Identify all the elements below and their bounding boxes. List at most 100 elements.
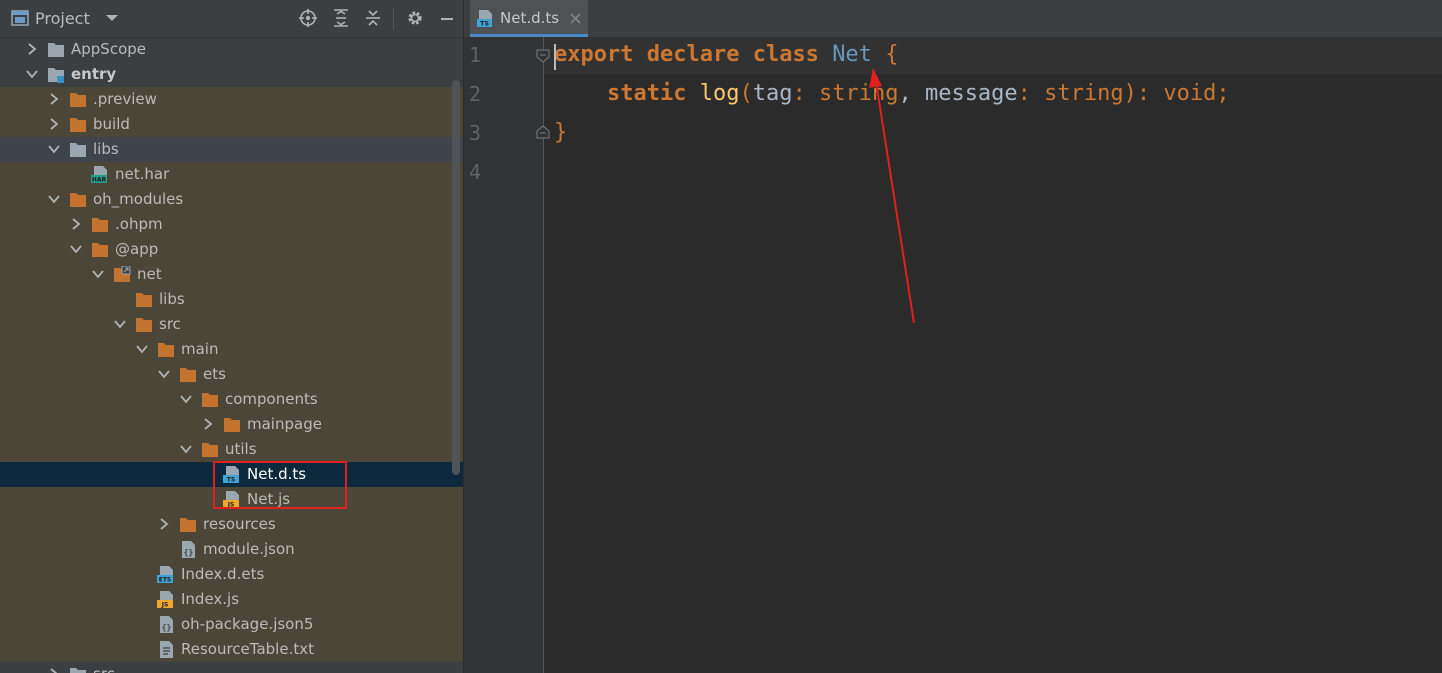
tree-row[interactable]: JS Index.js [0,587,463,612]
ts-file-icon: TS [477,10,492,27]
tree-item-label: Net.d.ts [247,465,307,483]
folder-orange-icon [223,416,241,433]
tree-row[interactable]: build [0,112,463,137]
tree-row[interactable]: oh_modules [0,187,463,212]
type-string: string [818,81,899,106]
svg-text:JS: JS [227,502,235,508]
chevron-down-icon[interactable] [157,367,171,381]
ts-file-icon: TS [223,466,241,484]
close-brace: } [554,120,568,145]
chevron-down-icon[interactable] [25,67,39,81]
editor-tab-bar: TS Net.d.ts [464,0,1442,38]
tree-row[interactable]: components [0,387,463,412]
keyword-declare: declare [646,42,740,67]
editor-tab[interactable]: TS Net.d.ts [470,0,588,37]
dropdown-chevron-icon[interactable] [103,9,121,27]
tree-row[interactable]: .ohpm [0,212,463,237]
tree-item-label: .preview [93,90,157,108]
text-file-icon [157,641,175,658]
fold-close-icon[interactable] [536,125,550,139]
tree-row[interactable]: HAR net.har [0,162,463,187]
folder-orange-icon [179,516,197,533]
colon: : [1017,81,1045,106]
tree-row[interactable]: .preview [0,87,463,112]
project-panel: Project AppScope entry .preview build libs HA… [0,0,463,673]
svg-text:{}: {} [184,548,194,557]
svg-text:TS: TS [227,477,235,483]
folder-orange-icon [91,216,109,233]
open-brace: { [885,42,899,67]
tree-item-label: ResourceTable.txt [181,640,314,658]
project-panel-header: Project [0,0,463,38]
folder-link-icon [113,265,131,283]
tree-row[interactable]: ResourceTable.txt [0,637,463,662]
chevron-right-icon[interactable] [47,92,61,106]
tree-row[interactable]: TS Net.d.ts [0,462,463,487]
fold-open-icon[interactable] [536,49,550,63]
collapse-all-icon[interactable] [364,9,382,27]
chevron-down-icon[interactable] [47,192,61,206]
chevron-down-icon[interactable] [179,392,193,406]
tree-row[interactable]: entry [0,62,463,87]
gear-icon[interactable] [406,9,424,27]
tree-row[interactable]: AppScope [0,37,463,62]
chevron-down-icon[interactable] [179,442,193,456]
tree-row[interactable]: libs [0,287,463,312]
colon: : [792,81,819,106]
tree-row[interactable]: net [0,262,463,287]
paren-open: ( [739,81,753,106]
har-file-icon: HAR [91,166,109,184]
tree-item-label: src [93,665,115,673]
chevron-right-icon[interactable] [47,117,61,131]
close-icon[interactable] [570,13,581,24]
chevron-right-icon[interactable] [157,517,171,531]
class-name: Net [832,42,872,67]
code-line-2[interactable]: static log(tag: string, message: string)… [554,81,1230,106]
svg-text:HAR: HAR [92,177,107,183]
panel-title[interactable]: Project [35,9,90,28]
project-view-icon[interactable] [11,9,29,27]
hide-icon[interactable] [438,9,456,27]
expand-all-icon[interactable] [332,9,350,27]
tree-row[interactable]: src [0,312,463,337]
code-line-1[interactable]: export declare class Net { [554,42,898,67]
svg-text:ETS: ETS [159,577,172,583]
tree-row[interactable]: {} module.json [0,537,463,562]
locate-icon[interactable] [299,9,317,27]
chevron-right-icon[interactable] [201,417,215,431]
chevron-down-icon[interactable] [113,317,127,331]
tree-item-label: src [159,315,181,333]
tree-row[interactable]: @app [0,237,463,262]
tree-row[interactable]: libs [0,137,463,162]
chevron-right-icon[interactable] [69,217,83,231]
folder-gray-icon [69,141,87,158]
chevron-down-icon[interactable] [135,342,149,356]
tree-row[interactable]: mainpage [0,412,463,437]
code-editor: TS Net.d.ts 1 2 3 4 export declare class… [464,0,1442,673]
folder-orange-icon [69,91,87,108]
chevron-right-icon[interactable] [25,42,39,56]
tree-row[interactable]: ETS Index.d.ets [0,562,463,587]
param-message: message [924,81,1018,106]
tree-row[interactable]: {} oh-package.json5 [0,612,463,637]
tree-row[interactable]: resources [0,512,463,537]
code-line-3[interactable]: } [554,120,567,145]
line-number: 1 [469,43,482,67]
chevron-right-icon[interactable] [47,667,61,673]
tree-row[interactable]: src [0,662,463,673]
folder-orange-icon [135,316,153,333]
folder-orange-icon [179,366,197,383]
scrollbar[interactable] [452,80,460,475]
chevron-down-icon[interactable] [69,242,83,256]
project-tree: AppScope entry .preview build libs HAR net.har… [0,37,463,673]
tree-item-label: @app [115,240,159,258]
tree-row[interactable]: ets [0,362,463,387]
chevron-down-icon[interactable] [91,267,105,281]
tree-row[interactable]: main [0,337,463,362]
tree-row[interactable]: JS Net.js [0,487,463,512]
header-separator [393,8,394,30]
chevron-down-icon[interactable] [47,142,61,156]
tree-row[interactable]: utils [0,437,463,462]
js-file-icon: JS [223,491,241,509]
tree-item-label: build [93,115,130,133]
